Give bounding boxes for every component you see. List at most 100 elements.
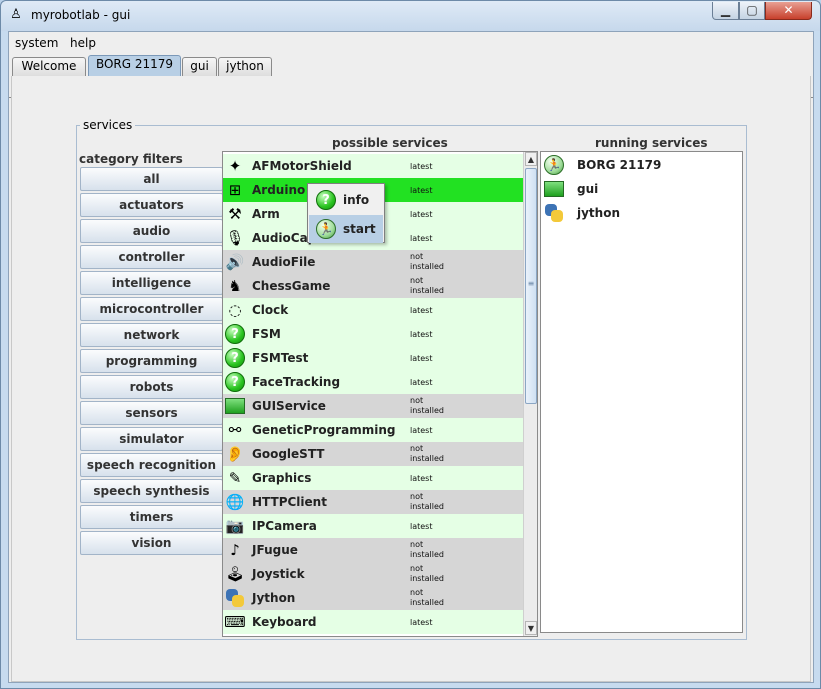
application-window: ♙ myrobotlab - gui ▁ ▢ ✕ system help Wel… (0, 0, 821, 689)
running-man-icon: 🏃 (543, 154, 565, 176)
robot-arm-icon: ⚒ (228, 204, 242, 223)
keyboard-icon: ⌨ (224, 612, 246, 631)
python-icon (224, 587, 246, 609)
category-filters-label: category filters (79, 152, 183, 166)
minimize-button[interactable]: ▁ (712, 2, 739, 20)
service-row-jfugue[interactable]: ♪ JFugue not installed (223, 538, 523, 562)
running-service-borg-21179[interactable]: 🏃 BORG 21179 (541, 153, 742, 177)
scrollbar-thumb[interactable]: ≡ (525, 168, 537, 404)
running-services-list[interactable]: 🏃 BORG 21179 gui jython (540, 151, 743, 633)
service-name: Arduino (252, 183, 306, 197)
star-icon: ✦ (228, 156, 242, 175)
scroll-up-arrow-icon[interactable]: ▲ (525, 152, 537, 166)
context-menu-start[interactable]: 🏃 start (309, 215, 383, 243)
service-row-joystick[interactable]: 🕹 Joystick not installed (223, 562, 523, 586)
service-name: FSM (252, 327, 281, 341)
vertical-scrollbar[interactable]: ▲ ≡ ▼ (523, 152, 537, 636)
clock-icon: ◌ (228, 300, 242, 319)
chess-icon: ♞ (228, 276, 242, 295)
window-title: myrobotlab - gui (31, 8, 131, 22)
tab-strip: Welcome BORG 21179 gui jython (9, 54, 813, 98)
service-name: Jython (252, 591, 296, 605)
running-man-glyph-icon: 🏃 (544, 155, 564, 175)
service-row-chessgame[interactable]: ♞ ChessGame not installed (223, 274, 523, 298)
service-row-graphics[interactable]: ✎ Graphics latest (223, 466, 523, 490)
question-mark-icon: ? (225, 348, 245, 368)
service-row-guiservice[interactable]: GUIService not installed (223, 394, 523, 418)
category-filter-audio[interactable]: audio (80, 219, 223, 243)
service-row-geneticprogramming[interactable]: ⚯ GeneticProgramming latest (223, 418, 523, 442)
service-status: latest (410, 306, 433, 315)
tab-gui[interactable]: gui (182, 57, 217, 76)
running-service-gui[interactable]: gui (541, 177, 742, 201)
tab-welcome[interactable]: Welcome (12, 57, 86, 76)
category-filter-speech-synthesis[interactable]: speech synthesis (80, 479, 223, 503)
scroll-down-arrow-icon[interactable]: ▼ (525, 621, 537, 635)
service-name: AudioFile (252, 255, 316, 269)
service-row-jython[interactable]: Jython not installed (223, 586, 523, 610)
question-mark-icon: ? (316, 190, 336, 210)
service-row-fsmtest[interactable]: ? FSMTest latest (223, 346, 523, 370)
running-man-glyph-icon: 🏃 (316, 219, 336, 239)
question-mark-icon: ? (225, 324, 245, 344)
category-filter-timers[interactable]: timers (80, 505, 223, 529)
context-menu-info[interactable]: ? info (309, 186, 383, 214)
services-group-label: services (80, 118, 136, 132)
service-status: not installed (410, 252, 444, 271)
dna-icon: ⚯ (228, 420, 242, 439)
service-name: Keyboard (252, 615, 317, 629)
service-status: latest (410, 162, 433, 171)
menu-help[interactable]: help (70, 36, 96, 50)
service-status: latest (410, 354, 433, 363)
tab-borg[interactable]: BORG 21179 (88, 55, 181, 76)
service-status: not installed (410, 492, 444, 511)
app-icon: ♙ (10, 7, 22, 22)
category-filter-network[interactable]: network (80, 323, 223, 347)
service-row-afmotorshield[interactable]: ✦ AFMotorShield latest (223, 154, 523, 178)
maximize-button[interactable]: ▢ (739, 2, 765, 20)
category-filter-vision[interactable]: vision (80, 531, 223, 555)
category-filter-programming[interactable]: programming (80, 349, 223, 373)
service-status: not installed (410, 276, 444, 295)
service-row-httpclient[interactable]: 🌐 HTTPClient not installed (223, 490, 523, 514)
category-filter-microcontroller[interactable]: microcontroller (80, 297, 223, 321)
running-service-name: jython (577, 206, 621, 220)
category-filter-actuators[interactable]: actuators (80, 193, 223, 217)
running-man-icon: 🏃 (315, 218, 337, 240)
service-row-facetracking[interactable]: ? FaceTracking latest (223, 370, 523, 394)
service-status: latest (410, 522, 433, 531)
close-button[interactable]: ✕ (765, 2, 812, 20)
category-filter-speech-recognition[interactable]: speech recognition (80, 453, 223, 477)
service-name: GeneticProgramming (252, 423, 396, 437)
service-row-ipcamera[interactable]: 📷 IPCamera latest (223, 514, 523, 538)
category-filter-intelligence[interactable]: intelligence (80, 271, 223, 295)
service-row-keyboard[interactable]: ⌨ Keyboard latest (223, 610, 523, 634)
service-status: not installed (410, 396, 444, 415)
category-filter-simulator[interactable]: simulator (80, 427, 223, 451)
music-note-icon: ♪ (230, 540, 240, 559)
service-status: latest (410, 330, 433, 339)
service-status: not installed (410, 540, 444, 559)
service-row-clock[interactable]: ◌ Clock latest (223, 298, 523, 322)
title-bar[interactable]: ♙ myrobotlab - gui (1, 1, 820, 31)
menu-system[interactable]: system (15, 36, 58, 50)
menu-bar: system help (9, 32, 813, 54)
category-filter-sensors[interactable]: sensors (80, 401, 223, 425)
service-name: JFugue (252, 543, 298, 557)
tab-jython[interactable]: jython (218, 57, 272, 76)
python-icon (543, 202, 565, 224)
category-filter-all[interactable]: all (80, 167, 223, 191)
category-filter-robots[interactable]: robots (80, 375, 223, 399)
running-service-jython[interactable]: jython (541, 201, 742, 225)
running-service-name: gui (577, 182, 599, 196)
service-row-googlestt[interactable]: 👂 GoogleSTT not installed (223, 442, 523, 466)
running-service-name: BORG 21179 (577, 158, 662, 172)
service-status: not installed (410, 564, 444, 583)
ear-icon: 👂 (225, 444, 245, 463)
category-filter-controller[interactable]: controller (80, 245, 223, 269)
service-row-fsm[interactable]: ? FSM latest (223, 322, 523, 346)
service-status: latest (410, 618, 433, 627)
service-name: Arm (252, 207, 280, 221)
possible-services-label: possible services (332, 136, 448, 150)
service-row-audiofile[interactable]: 🔊 AudioFile not installed (223, 250, 523, 274)
